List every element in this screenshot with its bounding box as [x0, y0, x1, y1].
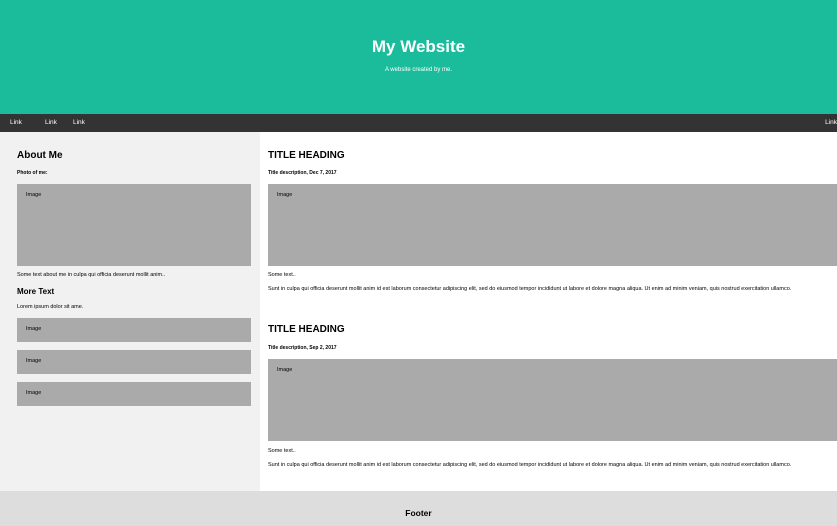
sidebar-image-1: Image	[17, 318, 251, 342]
post-some-text: Some text..	[268, 272, 296, 278]
sidebar-image-2: Image	[17, 350, 251, 374]
site-title: My Website	[371, 37, 466, 56]
post-image-placeholder: Image	[268, 359, 837, 441]
post-some-text: Some text..	[268, 448, 296, 454]
profile-image-placeholder: Image	[17, 184, 251, 266]
navbar: Link Link Link Link	[0, 114, 837, 132]
image-placeholder-label: Image	[26, 326, 42, 332]
image-placeholder-label: Image	[277, 192, 293, 198]
site-footer: Footer	[0, 491, 837, 526]
image-placeholder-label: Image	[277, 367, 293, 373]
site-header: My Website A website created by me.	[0, 0, 837, 114]
post-description: Title description, Sep 2, 2017	[268, 345, 337, 351]
site-subtitle: A website created by me.	[384, 67, 453, 73]
main-content: TITLE HEADING Title description, Dec 7, …	[260, 132, 837, 491]
sidebar-image-3: Image	[17, 382, 251, 406]
sidebar: About Me Photo of me: Image Some text ab…	[0, 132, 260, 491]
footer-label: Footer	[405, 508, 432, 518]
post-title: TITLE HEADING	[268, 150, 345, 161]
sidebar-heading: About Me	[17, 150, 63, 161]
post-body: Sunt in culpa qui officia deserunt molli…	[268, 286, 792, 292]
image-placeholder-label: Image	[26, 358, 42, 364]
image-placeholder-label: Image	[26, 192, 42, 198]
post-image-placeholder: Image	[268, 184, 837, 266]
post-title: TITLE HEADING	[268, 324, 345, 335]
photo-label: Photo of me:	[17, 170, 48, 176]
post-description: Title description, Dec 7, 2017	[268, 170, 337, 176]
nav-link-right[interactable]: Link	[825, 114, 837, 132]
more-text: Lorem ipsum dolor sit ame.	[17, 304, 84, 310]
nav-link-2[interactable]: Link	[45, 114, 57, 132]
nav-link-3[interactable]: Link	[73, 114, 85, 132]
image-placeholder-label: Image	[26, 390, 42, 396]
more-text-heading: More Text	[17, 287, 55, 296]
about-text: Some text about me in culpa qui officia …	[17, 272, 166, 278]
post-body: Sunt in culpa qui officia deserunt molli…	[268, 462, 792, 468]
nav-link-1[interactable]: Link	[10, 114, 22, 132]
